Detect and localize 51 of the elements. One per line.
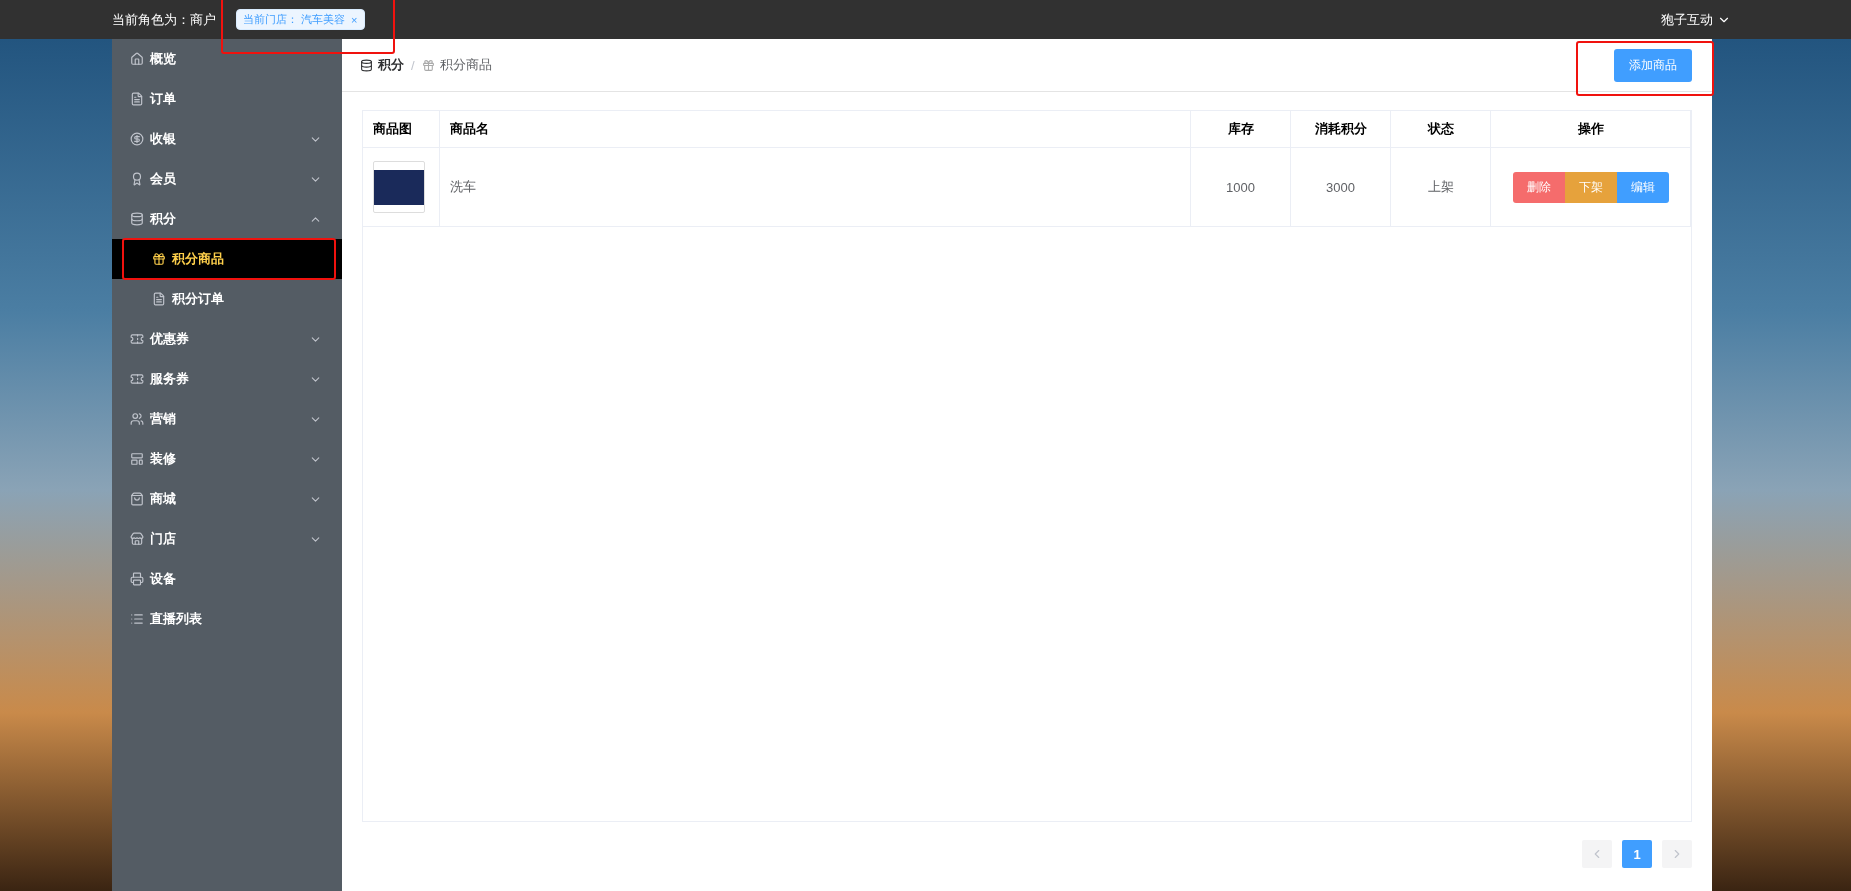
ticket-icon [130, 372, 144, 386]
table-cell: 3000 [1290, 147, 1391, 227]
role-label: 当前角色为：商户 [112, 10, 216, 29]
table-cell: 上架 [1390, 147, 1491, 227]
sidebar-item[interactable]: 会员 [112, 159, 342, 199]
breadcrumb-item: 积分商品 [421, 56, 492, 74]
photo-placeholder [373, 161, 425, 213]
gift-icon [152, 252, 166, 266]
layout-icon [130, 452, 144, 466]
column-header: 操作 [1490, 111, 1691, 148]
store-tag: 当前门店： 汽车美容 × [236, 9, 365, 30]
ticket-icon [130, 332, 144, 346]
sidebar-item[interactable]: 装修 [112, 439, 342, 479]
sidebar-item[interactable]: 门店 [112, 519, 342, 559]
column-header: 消耗积分 [1290, 111, 1391, 148]
sidebar-item[interactable]: 积分 [112, 199, 342, 239]
badge-icon [130, 172, 144, 186]
sidebar-item[interactable]: 营销 [112, 399, 342, 439]
printer-icon [130, 572, 144, 586]
breadcrumb-item[interactable]: 积分 [360, 56, 404, 74]
document-icon [130, 92, 144, 106]
home-icon [130, 52, 144, 66]
database-icon [130, 212, 144, 226]
sidebar-item[interactable]: 积分订单 [112, 279, 342, 319]
column-header: 库存 [1190, 111, 1291, 148]
sidebar-item[interactable]: 概览 [112, 39, 342, 79]
sidebar-item[interactable]: 优惠券 [112, 319, 342, 359]
sidebar-item[interactable]: 直播列表 [112, 599, 342, 639]
table-cell: 洗车 [439, 147, 1191, 227]
next-page-button[interactable] [1662, 840, 1692, 868]
user-menu[interactable]: 狍子互动 [1661, 10, 1731, 29]
sidebar-item[interactable]: 服务券 [112, 359, 342, 399]
coin-icon [130, 132, 144, 146]
column-header: 商品图 [363, 111, 439, 148]
prev-page-button[interactable] [1582, 840, 1612, 868]
database-icon [360, 58, 373, 72]
sidebar-item[interactable]: 商城 [112, 479, 342, 519]
table-cell: 1000 [1190, 147, 1291, 227]
sidebar-item[interactable]: 积分商品 [112, 239, 342, 279]
bag-icon [130, 492, 144, 506]
list-icon [130, 612, 144, 626]
document-icon [152, 292, 166, 306]
store-icon [130, 532, 144, 546]
sidebar-item[interactable]: 设备 [112, 559, 342, 599]
sidebar-item[interactable]: 收银 [112, 119, 342, 159]
breadcrumb-separator: / [411, 57, 415, 73]
people-icon [130, 412, 144, 426]
column-header: 商品名 [439, 111, 1191, 148]
column-header: 状态 [1390, 111, 1491, 148]
sidebar-item[interactable]: 订单 [112, 79, 342, 119]
gift-icon [421, 58, 435, 72]
